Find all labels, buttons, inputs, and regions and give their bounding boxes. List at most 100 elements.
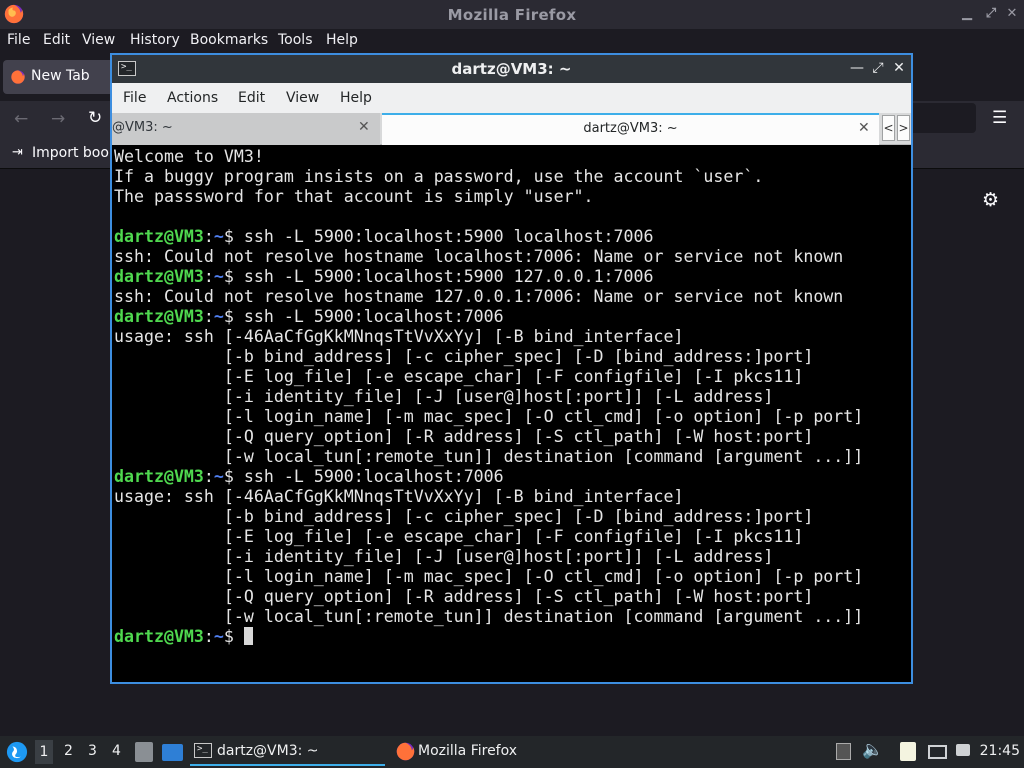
import-bookmarks-button[interactable]: Import book	[32, 145, 117, 161]
terminal-prompt-line: dartz@VM3:~$ ssh -L 5900:localhost:5900 …	[114, 227, 911, 247]
terminal-icon: >_	[194, 743, 212, 758]
prompt-symbol: $	[223, 467, 244, 486]
terminal-output-line: If a buggy program insists on a password…	[114, 167, 764, 186]
prompt-user: dartz@VM3	[114, 307, 204, 326]
workspace-3[interactable]: 3	[88, 743, 97, 759]
ff-menu-edit[interactable]: Edit	[43, 32, 70, 48]
term-menu-edit[interactable]: Edit	[238, 90, 265, 106]
terminal-output-line: [-w local_tun[:remote_tun]] destination …	[114, 447, 864, 466]
minimize-icon[interactable]: —	[848, 59, 866, 77]
ff-menu-help[interactable]: Help	[326, 32, 358, 48]
term-menu-actions[interactable]: Actions	[167, 90, 218, 106]
tab-scroll-left-icon[interactable]: <	[882, 115, 895, 141]
terminal-output-line: [-Q query_option] [-R address] [-S ctl_p…	[114, 587, 814, 606]
firefox-icon	[11, 70, 25, 84]
tab-label: dartz@VM3: ~	[583, 121, 678, 136]
prompt-path: ~	[213, 227, 224, 246]
terminal-titlebar[interactable]: >_ dartz@VM3: ~ — ⤢ ✕	[112, 55, 911, 83]
terminal-output-line: [-E log_file] [-e escape_char] [-F confi…	[114, 527, 804, 546]
gear-icon[interactable]: ⚙	[982, 189, 999, 211]
firefox-menubar: File Edit View History Bookmarks Tools H…	[0, 29, 1024, 53]
task-firefox[interactable]: Mozilla Firefox	[392, 738, 552, 766]
network-icon[interactable]	[928, 745, 947, 759]
bluetooth-icon[interactable]	[956, 744, 970, 756]
prompt-user: dartz@VM3	[114, 627, 204, 646]
firefox-titlebar[interactable]: Mozilla Firefox ▁ ⤢ ✕	[0, 0, 1024, 29]
taskbar: 1 2 3 4 >_ dartz@VM3: ~ Mozilla Firefox …	[0, 736, 1024, 768]
terminal-output-line: [-l login_name] [-m mac_spec] [-O ctl_cm…	[114, 407, 864, 426]
prompt-separator: :	[203, 267, 214, 286]
forward-icon[interactable]: →	[51, 109, 65, 129]
text-cursor	[243, 627, 253, 645]
command-text: ssh -L 5900:localhost:7006	[243, 307, 504, 326]
task-terminal[interactable]: >_ dartz@VM3: ~	[190, 738, 385, 766]
ff-menu-history[interactable]: History	[130, 32, 180, 48]
close-icon[interactable]: ✕	[1003, 5, 1021, 23]
terminal-output-line: [-b bind_address] [-c cipher_spec] [-D […	[114, 347, 814, 366]
terminal-output-line: [-w local_tun[:remote_tun]] destination …	[114, 607, 864, 626]
start-menu-icon[interactable]	[6, 741, 28, 763]
notes-icon[interactable]	[900, 742, 916, 761]
minimize-icon[interactable]: ▁	[958, 5, 976, 23]
ff-menu-file[interactable]: File	[7, 32, 30, 48]
prompt-separator: :	[203, 627, 214, 646]
term-menu-help[interactable]: Help	[340, 90, 372, 106]
terminal-tabbar: @VM3: ~ ✕ dartz@VM3: ~ ✕ < >	[112, 113, 911, 145]
close-icon[interactable]: ✕	[890, 59, 908, 77]
maximize-icon[interactable]: ⤢	[982, 5, 1000, 23]
tab-scroll-right-icon[interactable]: >	[897, 115, 910, 141]
show-desktop-icon[interactable]	[162, 744, 183, 761]
prompt-symbol: $	[223, 267, 244, 286]
workspace-2[interactable]: 2	[64, 743, 73, 759]
terminal-tab-2[interactable]: dartz@VM3: ~ ✕	[382, 113, 879, 145]
prompt-path: ~	[213, 307, 224, 326]
terminal-window-title: dartz@VM3: ~	[451, 60, 572, 78]
terminal-output-line: [-b bind_address] [-c cipher_spec] [-D […	[114, 507, 814, 526]
volume-icon[interactable]: 🔈	[862, 740, 883, 760]
ff-menu-view[interactable]: View	[82, 32, 115, 48]
prompt-separator: :	[203, 307, 214, 326]
terminal-output-line: ssh: Could not resolve hostname localhos…	[114, 247, 844, 266]
hamburger-menu-icon[interactable]: ☰	[992, 108, 1007, 128]
prompt-symbol: $	[223, 227, 244, 246]
workspace-1[interactable]: 1	[35, 740, 53, 764]
terminal-window: >_ dartz@VM3: ~ — ⤢ ✕ File Actions Edit …	[110, 53, 913, 684]
term-menu-file[interactable]: File	[123, 90, 146, 106]
terminal-prompt-line: dartz@VM3:~$ ssh -L 5900:localhost:7006	[114, 307, 911, 327]
terminal-output-line: [-E log_file] [-e escape_char] [-F confi…	[114, 367, 804, 386]
back-icon[interactable]: ←	[14, 109, 28, 129]
prompt-symbol: $	[223, 627, 244, 646]
terminal-prompt-line: dartz@VM3:~$ ssh -L 5900:localhost:5900 …	[114, 267, 911, 287]
firefox-tab-new-tab[interactable]: New Tab	[3, 60, 123, 94]
terminal-output-line: [-i identity_file] [-J [user@]host[:port…	[114, 387, 774, 406]
file-manager-icon[interactable]	[135, 742, 153, 762]
close-tab-icon[interactable]: ✕	[858, 120, 870, 136]
firefox-icon	[396, 742, 415, 761]
terminal-output-line: usage: ssh [-46AaCfGgKkMNnqsTtVvXxYy] [-…	[114, 327, 684, 346]
prompt-user: dartz@VM3	[114, 467, 204, 486]
clock[interactable]: 21:45	[980, 743, 1020, 759]
terminal-output-line: [-l login_name] [-m mac_spec] [-O ctl_cm…	[114, 567, 864, 586]
terminal-output[interactable]: Welcome to VM3! If a buggy program insist…	[112, 145, 911, 682]
ff-menu-tools[interactable]: Tools	[278, 32, 313, 48]
terminal-output-line: [-i identity_file] [-J [user@]host[:port…	[114, 547, 774, 566]
prompt-path: ~	[213, 267, 224, 286]
task-label: Mozilla Firefox	[418, 743, 518, 759]
clipboard-icon[interactable]	[836, 743, 851, 760]
close-tab-icon[interactable]: ✕	[358, 119, 370, 135]
prompt-path: ~	[213, 467, 224, 486]
terminal-output-line: ssh: Could not resolve hostname 127.0.0.…	[114, 287, 844, 306]
term-menu-view[interactable]: View	[286, 90, 319, 106]
terminal-tab-1[interactable]: @VM3: ~ ✕	[112, 113, 380, 145]
reload-icon[interactable]: ↻	[88, 108, 102, 128]
terminal-output-line: usage: ssh [-46AaCfGgKkMNnqsTtVvXxYy] [-…	[114, 487, 684, 506]
terminal-output-line: Welcome to VM3!	[114, 147, 264, 166]
terminal-prompt-line: dartz@VM3:~$	[114, 627, 911, 647]
ff-menu-bookmarks[interactable]: Bookmarks	[190, 32, 268, 48]
workspace-4[interactable]: 4	[112, 743, 121, 759]
terminal-menubar: File Actions Edit View Help	[112, 83, 911, 113]
prompt-user: dartz@VM3	[114, 267, 204, 286]
maximize-icon[interactable]: ⤢	[869, 59, 887, 77]
command-text: ssh -L 5900:localhost:7006	[243, 467, 504, 486]
